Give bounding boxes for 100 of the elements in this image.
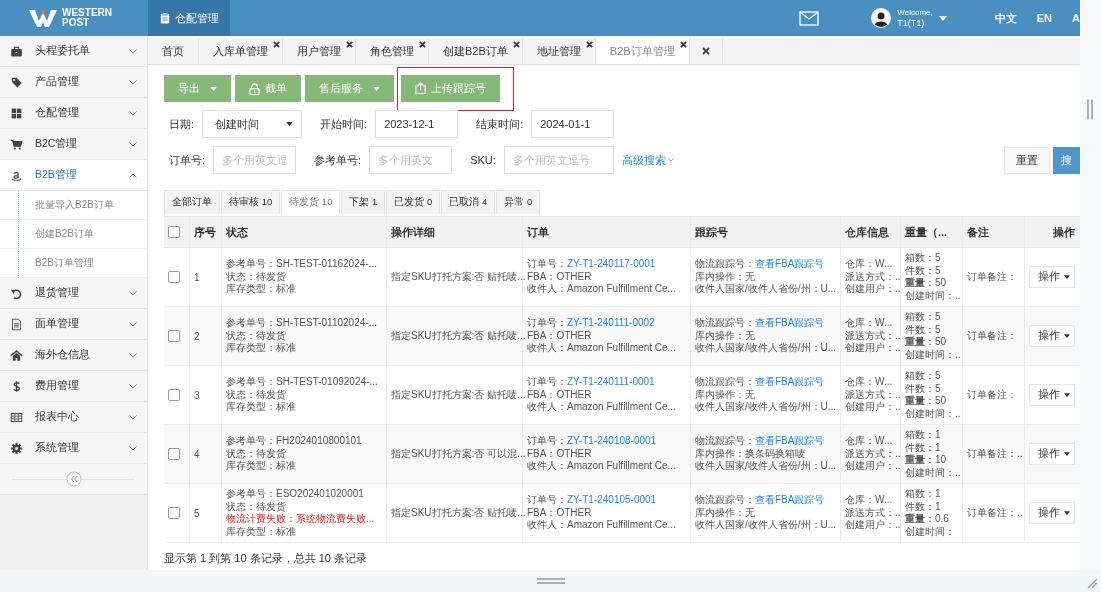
cell-text: 创建时间：.. [905, 407, 961, 420]
language-link[interactable]: EN [1036, 12, 1052, 24]
cell-text: 状态：待发货 [226, 329, 286, 342]
close-icon[interactable] [419, 41, 426, 48]
action-button[interactable]: 操作 [1029, 443, 1075, 465]
briefcase-icon [10, 44, 23, 58]
sidebar-item[interactable]: 费用管理 [0, 371, 147, 402]
mail-icon[interactable] [799, 10, 820, 26]
cell-text: 订单备注： [967, 270, 1017, 284]
date-field[interactable]: 2023-12-1 [375, 110, 459, 138]
cell-text: 状态：待发货 [226, 500, 286, 513]
sidebar-item[interactable]: 退货管理 [0, 278, 147, 309]
cell-text: 参考单号：FH2024010800101 [226, 435, 362, 448]
filter-label: 结束时间: [476, 116, 524, 132]
sidebar-item[interactable]: 头程委托单 [0, 36, 147, 67]
cell-text: 创建用户：.. [845, 283, 901, 296]
checkbox[interactable] [168, 389, 180, 401]
action-button[interactable]: 操作 [1029, 325, 1075, 347]
checkbox[interactable] [168, 226, 180, 238]
sidebar-item[interactable]: 面单管理 [0, 309, 147, 340]
cell-text: 重量：10 [905, 454, 947, 467]
action-button[interactable]: 操作 [1029, 266, 1075, 288]
cell-text: 状态：待发货 [226, 388, 286, 401]
cell-text: 参考单号：SH-TEST-01092024-... [226, 376, 378, 389]
filter-label: 订单号: [169, 152, 206, 168]
sidebar-item[interactable]: B2C管理 [0, 129, 147, 160]
sidebar-item[interactable]: 海外仓信息 [0, 340, 147, 371]
user-name[interactable]: T1(T1) [897, 18, 933, 29]
sidebar-item[interactable]: B2B管理 [0, 160, 147, 191]
field-label: 物流跟踪号： [695, 494, 755, 506]
close-icon[interactable] [679, 41, 687, 48]
sidebar-item[interactable]: 仓配管理 [0, 98, 147, 129]
status-tab[interactable]: 异常 0 [496, 190, 541, 214]
sidebar-item[interactable]: 产品管理 [0, 67, 147, 98]
cell-text: 状态：待发货 [226, 270, 286, 283]
action-button[interactable]: 操作 [1029, 502, 1075, 524]
cell-text: 派送方式：.. [845, 447, 901, 460]
field-label: 订单号： [527, 376, 567, 388]
input-field[interactable]: 多个用英文逗 [213, 146, 297, 174]
close-icon[interactable] [512, 41, 520, 48]
submenu-item[interactable]: 批量导入B2B订单 [0, 191, 147, 220]
order-link[interactable]: ZY-T1-240111-0001 [567, 376, 655, 388]
tracking-link[interactable]: 查看FBA跟踪号 [755, 317, 825, 329]
reset-button[interactable]: 重置 [1004, 146, 1050, 174]
date-select[interactable]: 创建时间 [202, 110, 303, 138]
tracking-link[interactable]: 查看FBA跟踪号 [755, 376, 825, 388]
sidebar-item[interactable]: 报表中心 [0, 402, 147, 433]
date-field[interactable]: 2024-01-1 [531, 110, 615, 138]
lock-icon [249, 82, 260, 95]
cell-text: 指定SKU打托方案:否 贴托唛... [391, 270, 526, 284]
status-tab[interactable]: 已发货 0 [386, 190, 441, 214]
tracking-link[interactable]: 查看FBA跟踪号 [755, 258, 825, 270]
advanced-search-link[interactable]: 高级搜索 [621, 152, 674, 168]
status-tab[interactable]: 全部订单 [164, 190, 220, 214]
language-link[interactable]: 中文 [994, 10, 1017, 26]
checkbox[interactable] [168, 448, 180, 460]
close-icon[interactable] [585, 41, 593, 48]
tab[interactable]: B2B订单管理 [595, 38, 690, 64]
cell-text: 收件人国家/收件人省份/州：U... [695, 460, 837, 473]
checkbox[interactable] [168, 507, 180, 519]
error-text: 物流计费失败：系统物流费失败... [226, 513, 375, 526]
checkbox[interactable] [168, 330, 180, 342]
cell-text: 收件人国家/收件人省份/州：U... [695, 519, 837, 532]
cell-text: 库内操作：无 [695, 270, 755, 283]
checkbox[interactable] [168, 271, 180, 283]
tracking-link[interactable]: 查看FBA跟踪号 [755, 435, 825, 447]
cell-text: FBA：OTHER [527, 329, 592, 343]
cell-text: 派送方式：.. [845, 329, 901, 342]
close-icon[interactable] [273, 41, 280, 48]
order-link[interactable]: ZY-T1-240117-0001 [567, 258, 656, 270]
order-link[interactable]: ZY-T1-240111-0002 [567, 317, 655, 329]
input-field[interactable]: 多个用英文 [369, 146, 453, 174]
cell-text: 件数：1 [905, 441, 941, 454]
action-button[interactable]: 操作 [1029, 384, 1075, 406]
status-tab[interactable]: 下架 1 [341, 190, 386, 214]
submenu-item[interactable]: 创建B2B订单 [0, 220, 147, 249]
chevron-down-icon [129, 48, 137, 54]
order-link[interactable]: ZY-T1-240108-0001 [567, 435, 657, 447]
sidebar-item[interactable]: 系统管理 [0, 433, 147, 464]
avatar-icon[interactable] [871, 8, 892, 28]
tracking-link[interactable]: 查看FBA跟踪号 [755, 494, 825, 506]
drag-handle-icon[interactable] [536, 578, 565, 584]
cell-text: 订单备注： [967, 388, 1017, 402]
caret-icon[interactable] [938, 15, 947, 21]
cell-text: 库存类型：标准 [226, 460, 296, 473]
cell-text: 箱数：5 [905, 252, 941, 265]
field-label: 订单号： [527, 317, 567, 329]
chevron-down-icon [129, 110, 137, 116]
cell-text: 重量：0.6 [905, 513, 949, 526]
status-tab[interactable]: 待发货 10 [281, 190, 341, 214]
collapse-button[interactable] [65, 471, 82, 487]
cell-text: 参考单号：SH-TEST-01162024-... [226, 258, 377, 271]
resize-grip-icon[interactable] [1086, 577, 1098, 589]
order-link[interactable]: ZY-T1-240105-0001 [567, 494, 657, 506]
row-number: 3 [194, 389, 200, 401]
status-tab[interactable]: 待审核 10 [221, 190, 281, 214]
module-tab[interactable]: 仓配管理 [148, 0, 230, 36]
close-icon[interactable] [346, 41, 353, 48]
status-tab[interactable]: 已取消 4 [441, 190, 496, 214]
language-link[interactable]: A [1072, 12, 1080, 24]
